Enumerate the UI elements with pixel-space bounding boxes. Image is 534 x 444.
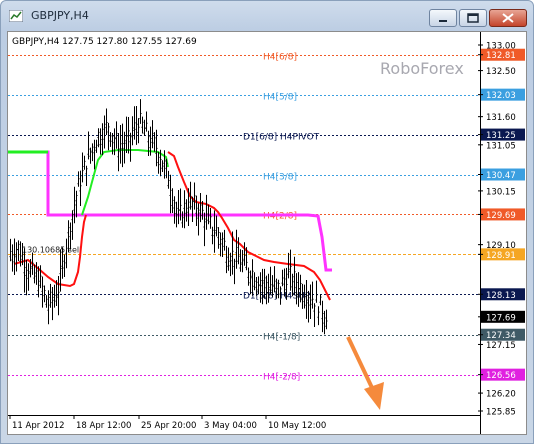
chart-area[interactable]: H4[6/8] H4[5/8] D1[6/8] H4PIVOT H4[3/8] H4[2…	[7, 31, 527, 435]
arrow-down-icon	[364, 382, 384, 410]
price-label: 126.20	[486, 390, 516, 400]
level-label: D1[6/8] H4PIVOT	[243, 133, 320, 143]
price-chart[interactable]: H4[6/8]H4[5/8]D1[6/8] H4PIVOTH4[3/8]H4[2…	[8, 32, 526, 434]
time-label: 10 May 12:00	[268, 421, 326, 431]
close-icon	[502, 13, 514, 23]
time-label: 18 Apr 12:00	[76, 421, 131, 431]
price-label: 128.13	[486, 291, 516, 301]
minimize-button[interactable]	[429, 9, 457, 27]
price-label: 130.47	[486, 171, 516, 181]
time-label: 11 Apr 2012	[12, 421, 65, 431]
price-label: 131.25	[486, 131, 516, 141]
level-label: H4[6/8]	[263, 53, 297, 63]
price-label: 127.69	[486, 313, 516, 323]
window-title: GBPJPY,H4	[31, 9, 89, 22]
price-label: 132.50	[486, 67, 516, 77]
price-label: 131.60	[486, 113, 516, 123]
price-label: 130.15	[486, 187, 516, 197]
level-label: H4[5/8]	[263, 93, 297, 103]
price-label: 125.85	[486, 408, 516, 418]
minimize-icon	[439, 20, 447, 22]
chart-icon	[9, 10, 23, 22]
chart-window: GBPJPY,H4 H4[6/8] H4[5/8] D1[6/8] H4PIVOT H…	[0, 0, 534, 444]
price-label: 131.05	[486, 141, 516, 151]
price-label: 128.91	[486, 251, 516, 261]
level-label: H4[-1/8]	[263, 333, 300, 343]
close-button[interactable]	[489, 9, 527, 27]
price-label: 127.15	[486, 341, 516, 351]
price-label: 132.03	[486, 91, 516, 101]
forecast-arrow-shaft	[346, 336, 376, 393]
price-label: 129.69	[486, 211, 516, 221]
level-label: H4[-2/8]	[263, 373, 300, 383]
time-label: 25 Apr 20:00	[141, 421, 196, 431]
level-label: H4[3/8]	[263, 173, 297, 183]
maximize-icon	[467, 13, 479, 23]
time-label: 3 May 04:00	[204, 421, 257, 431]
order-label: 130.10685.sell	[22, 245, 81, 254]
price-label: 132.81	[486, 51, 516, 61]
price-label: 126.56	[486, 371, 516, 381]
chart-info: GBPJPY,H4 127.75 127.80 127.55 127.69	[12, 37, 197, 47]
maximize-button[interactable]	[459, 9, 487, 27]
watermark: RoboForex	[380, 59, 464, 78]
title-bar[interactable]: GBPJPY,H4	[1, 1, 533, 31]
price-label: 127.34	[486, 331, 516, 341]
